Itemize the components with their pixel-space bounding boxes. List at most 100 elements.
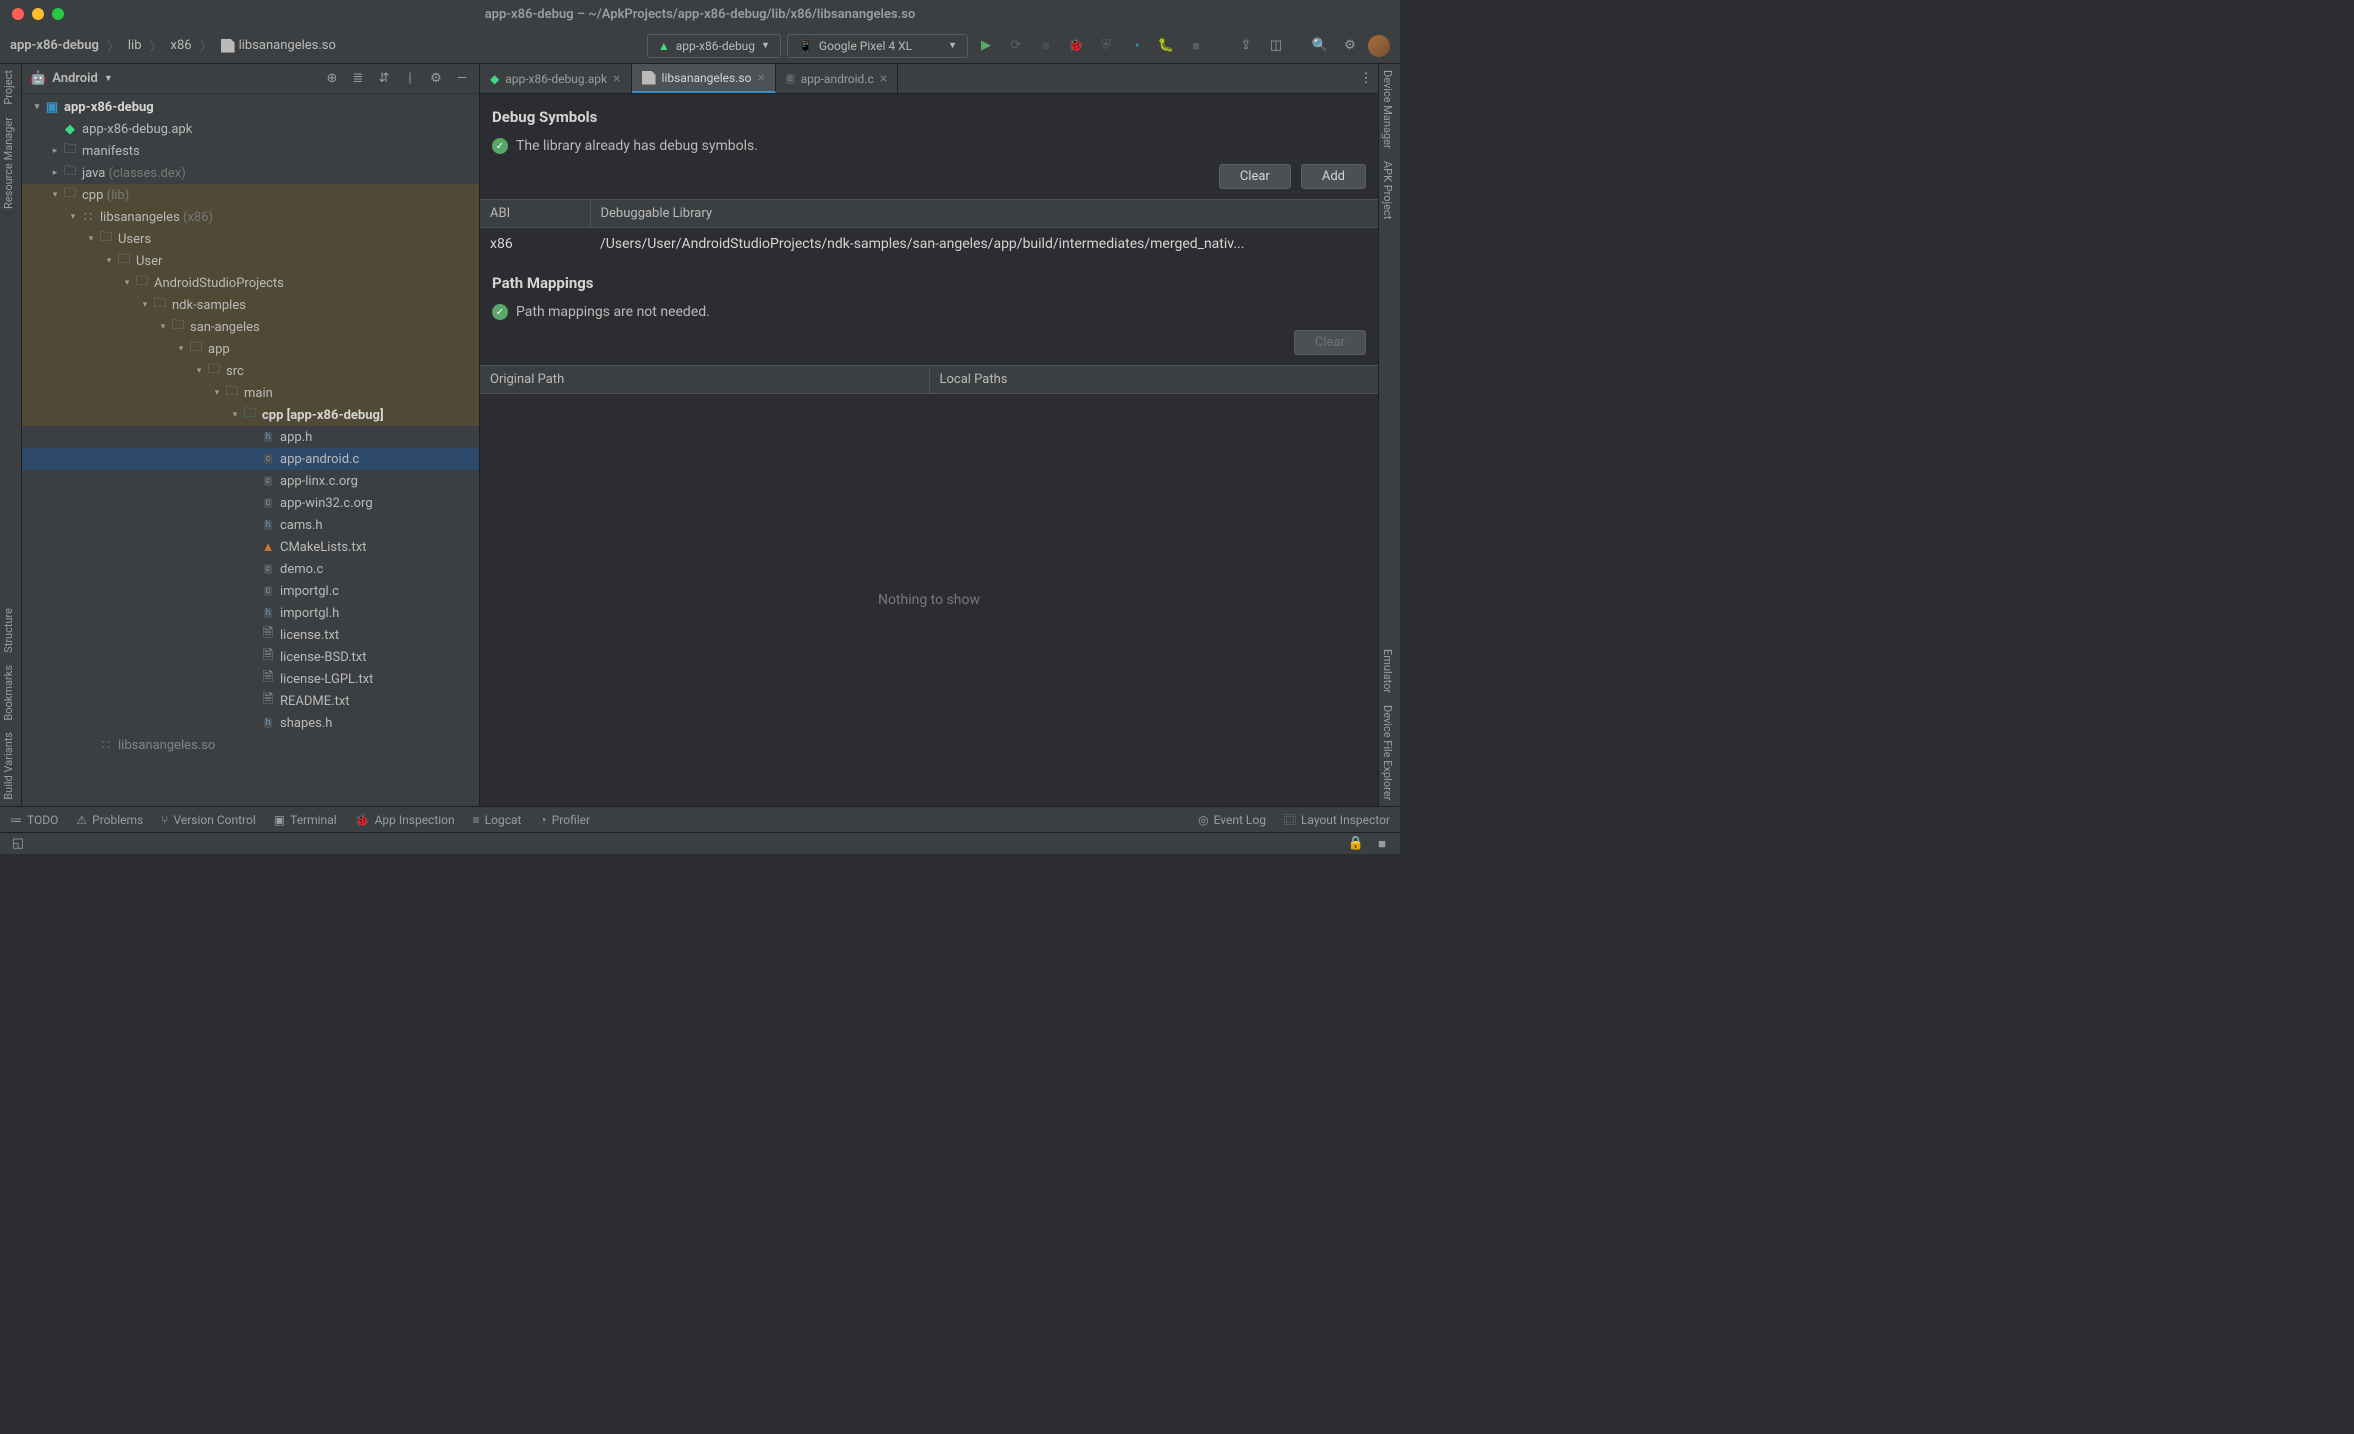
- tree-arrow-icon[interactable]: ▾: [66, 212, 80, 222]
- problems-tool-button[interactable]: ⚠Problems: [76, 813, 143, 827]
- hide-panel-button[interactable]: —: [453, 70, 471, 88]
- tree-node[interactable]: himportgl.h: [22, 602, 479, 624]
- tree-node[interactable]: 🗎license.txt: [22, 624, 479, 646]
- app-inspection-tool-button[interactable]: 🐞App Inspection: [355, 813, 455, 827]
- debug-button[interactable]: 🐞: [1064, 34, 1088, 58]
- tree-arrow-icon[interactable]: ▾: [138, 300, 152, 310]
- tree-node[interactable]: ◆app-x86-debug.apk: [22, 118, 479, 140]
- breadcrumb-root[interactable]: app-x86-debug: [10, 38, 99, 53]
- tree-node[interactable]: ▾🗀ndk-samples: [22, 294, 479, 316]
- tree-node[interactable]: ▾∷libsanangeles (x86): [22, 206, 479, 228]
- run-button[interactable]: ▶: [974, 34, 998, 58]
- terminal-tool-button[interactable]: ▣Terminal: [274, 813, 337, 827]
- tree-node[interactable]: capp-android.c: [22, 448, 479, 470]
- breadcrumb-item[interactable]: lib: [128, 38, 142, 53]
- tree-node[interactable]: capp-win32.c.org: [22, 492, 479, 514]
- profiler-tool-button[interactable]: ◔Profiler: [539, 813, 590, 827]
- apply-changes-button[interactable]: ⟳: [1004, 34, 1028, 58]
- tree-arrow-icon[interactable]: ▾: [174, 344, 188, 354]
- close-window-button[interactable]: [12, 8, 24, 20]
- notifications-icon[interactable]: ■: [1374, 836, 1390, 852]
- emulator-tool-tab[interactable]: Emulator: [1379, 643, 1396, 699]
- editor-tab-so[interactable]: libsanangeles.so ×: [632, 64, 776, 93]
- tree-node[interactable]: ▾🗀AndroidStudioProjects: [22, 272, 479, 294]
- apk-project-tool-tab[interactable]: APK Project: [1379, 155, 1396, 225]
- breadcrumb-item[interactable]: x86: [171, 38, 192, 53]
- tree-arrow-icon[interactable]: ▾: [48, 190, 62, 200]
- tab-overflow-button[interactable]: ⋮: [1354, 64, 1378, 93]
- tree-arrow-icon[interactable]: ▸: [48, 146, 62, 156]
- tree-node[interactable]: ▾🗀src: [22, 360, 479, 382]
- tree-arrow-icon[interactable]: ▾: [120, 278, 134, 288]
- tree-node[interactable]: ▾🗀san-angeles: [22, 316, 479, 338]
- apply-code-button[interactable]: ≡: [1034, 34, 1058, 58]
- tree-node[interactable]: ▾🗀cpp (lib): [22, 184, 479, 206]
- tree-node[interactable]: ▾🗀cpp [app-x86-debug]: [22, 404, 479, 426]
- run-configuration-selector[interactable]: ▲ app-x86-debug ▼: [647, 34, 781, 58]
- tree-node[interactable]: ▾▣app-x86-debug: [22, 96, 479, 118]
- panel-settings-button[interactable]: ⚙: [427, 70, 445, 88]
- expand-all-button[interactable]: ≣: [349, 70, 367, 88]
- coverage-button[interactable]: ⛨: [1094, 34, 1118, 58]
- tree-node[interactable]: ▾🗀main: [22, 382, 479, 404]
- tree-node[interactable]: ▸🗀java (classes.dex): [22, 162, 479, 184]
- search-button[interactable]: 🔍: [1308, 34, 1332, 58]
- tree-node[interactable]: capp-linx.c.org: [22, 470, 479, 492]
- sync-gradle-button[interactable]: ⇪: [1234, 34, 1258, 58]
- tree-node[interactable]: 🗎README.txt: [22, 690, 479, 712]
- table-row[interactable]: x86 /Users/User/AndroidStudioProjects/nd…: [480, 228, 1378, 261]
- version-control-tool-button[interactable]: ⑂Version Control: [161, 813, 256, 827]
- stop-button[interactable]: ■: [1184, 34, 1208, 58]
- project-tree[interactable]: ▾▣app-x86-debug◆app-x86-debug.apk▸🗀manif…: [22, 94, 479, 806]
- resource-manager-tool-tab[interactable]: Resource Manager: [0, 111, 17, 215]
- collapse-all-button[interactable]: ⇵: [375, 70, 393, 88]
- tree-arrow-icon[interactable]: ▾: [210, 388, 224, 398]
- tree-node[interactable]: hcams.h: [22, 514, 479, 536]
- tree-node[interactable]: ▾🗀User: [22, 250, 479, 272]
- project-view-selector[interactable]: 🤖 Android ▼: [30, 71, 113, 86]
- tree-node[interactable]: ▾🗀Users: [22, 228, 479, 250]
- device-manager-tool-tab[interactable]: Device Manager: [1379, 64, 1396, 155]
- debug-symbols-clear-button[interactable]: Clear: [1219, 164, 1291, 189]
- tree-node[interactable]: cdemo.c: [22, 558, 479, 580]
- tree-node[interactable]: cimportgl.c: [22, 580, 479, 602]
- tool-windows-button[interactable]: ◱: [10, 836, 26, 852]
- path-mappings-clear-button[interactable]: Clear: [1294, 330, 1366, 355]
- close-tab-icon[interactable]: ×: [880, 71, 887, 87]
- device-file-explorer-tool-tab[interactable]: Device File Explorer: [1379, 699, 1396, 806]
- device-selector[interactable]: 📱 Google Pixel 4 XL ▼: [787, 34, 968, 58]
- maximize-window-button[interactable]: [52, 8, 64, 20]
- tree-arrow-icon[interactable]: ▸: [48, 168, 62, 178]
- event-log-tool-button[interactable]: ◎Event Log: [1198, 811, 1266, 828]
- lock-icon[interactable]: 🔒: [1348, 836, 1364, 852]
- avd-manager-button[interactable]: ◫: [1264, 34, 1288, 58]
- tree-node[interactable]: ▲CMakeLists.txt: [22, 536, 479, 558]
- editor-tab-apk[interactable]: ◆ app-x86-debug.apk ×: [480, 64, 632, 93]
- layout-inspector-tool-button[interactable]: ⿴Layout Inspector: [1284, 811, 1390, 828]
- tree-arrow-icon[interactable]: ▾: [228, 410, 242, 420]
- tree-node[interactable]: ▸🗀manifests: [22, 140, 479, 162]
- minimize-window-button[interactable]: [32, 8, 44, 20]
- tree-arrow-icon[interactable]: ▾: [156, 322, 170, 332]
- structure-tool-tab[interactable]: Structure: [0, 602, 17, 659]
- select-opened-file-button[interactable]: ⊕: [323, 70, 341, 88]
- close-tab-icon[interactable]: ×: [613, 71, 620, 87]
- project-tool-tab[interactable]: Project: [0, 64, 17, 111]
- bookmarks-tool-tab[interactable]: Bookmarks: [0, 659, 17, 727]
- build-variants-tool-tab[interactable]: Build Variants: [0, 726, 17, 806]
- tree-node[interactable]: ▾🗀app: [22, 338, 479, 360]
- tree-arrow-icon[interactable]: ▾: [192, 366, 206, 376]
- tree-arrow-icon[interactable]: ▾: [102, 256, 116, 266]
- tree-node[interactable]: 🗎license-BSD.txt: [22, 646, 479, 668]
- debug-symbols-add-button[interactable]: Add: [1301, 164, 1366, 189]
- tree-node[interactable]: ∷libsanangeles.so: [22, 734, 479, 756]
- logcat-tool-button[interactable]: ≡Logcat: [473, 813, 522, 827]
- user-avatar[interactable]: [1368, 35, 1390, 57]
- tree-node[interactable]: happ.h: [22, 426, 479, 448]
- tree-node[interactable]: hshapes.h: [22, 712, 479, 734]
- tree-arrow-icon[interactable]: ▾: [84, 234, 98, 244]
- breadcrumb-leaf[interactable]: libsanangeles.so: [239, 38, 336, 53]
- close-tab-icon[interactable]: ×: [757, 70, 764, 86]
- profiler-button[interactable]: ◔: [1124, 34, 1148, 58]
- todo-tool-button[interactable]: ≔TODO: [10, 813, 58, 827]
